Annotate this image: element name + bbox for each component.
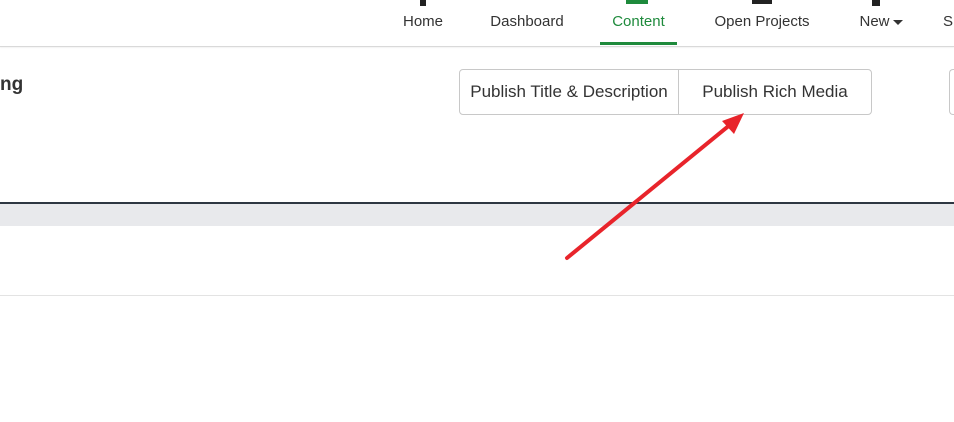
home-icon: [420, 0, 426, 6]
table-header-band: [0, 204, 954, 226]
projects-icon: [752, 0, 772, 4]
publish-rich-media-button[interactable]: Publish Rich Media: [678, 70, 871, 114]
nav-overflow-item[interactable]: S: [943, 0, 954, 45]
new-icon: [872, 0, 880, 6]
page-title: ng: [0, 74, 24, 95]
annotation-arrow-head: [722, 113, 744, 134]
nav-content-label: Content: [612, 13, 665, 30]
top-navigation: Home Dashboard Content Open Projects New…: [0, 0, 954, 47]
nav-home-label: Home: [402, 13, 443, 30]
chevron-down-icon: [892, 19, 903, 25]
nav-dashboard-label: Dashboard: [490, 13, 564, 30]
page: Home Dashboard Content Open Projects New…: [0, 0, 954, 422]
annotation-arrow-shaft: [565, 122, 733, 260]
nav-open-projects-label: Open Projects: [714, 13, 810, 30]
nav-new[interactable]: New: [854, 0, 908, 45]
nav-new-label: New: [859, 13, 890, 30]
table-row-divider: [0, 295, 954, 296]
nav-new-label-wrap: New: [859, 13, 903, 45]
publish-button-group: Publish Title & Description Publish Rich…: [459, 69, 872, 115]
toolbar-edge-control[interactable]: [949, 69, 954, 115]
nav-home[interactable]: Home: [400, 0, 446, 45]
nav-overflow-label: S: [943, 13, 954, 30]
publish-title-description-button[interactable]: Publish Title & Description: [460, 70, 678, 114]
nav-content[interactable]: Content: [600, 0, 677, 45]
nav-open-projects[interactable]: Open Projects: [706, 0, 818, 45]
active-tab-indicator: [600, 42, 677, 45]
content-icon: [626, 0, 648, 4]
nav-dashboard[interactable]: Dashboard: [484, 0, 570, 45]
